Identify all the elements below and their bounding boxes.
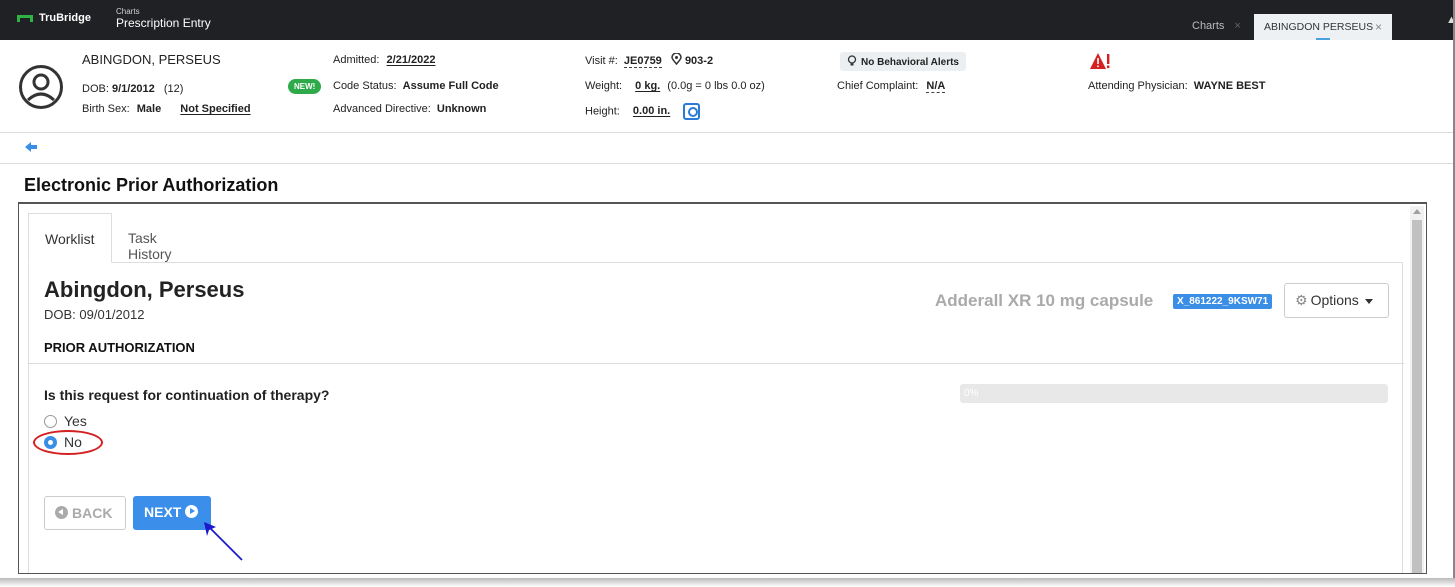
dob-row: DOB: 9/1/2012 (12) (82, 83, 183, 95)
dob-value: 9/1/2012 (111, 83, 155, 95)
section-header: PRIOR AUTHORIZATION (44, 340, 195, 355)
advanced-directive-label: Advanced Directive: (333, 103, 431, 115)
chief-complaint-row: Chief Complaint: N/A (837, 80, 946, 93)
birth-sex-value: Male (136, 103, 162, 115)
weight-row: Weight: 0 kg. (0.0g = 0 lbs 0.0 oz) (585, 80, 765, 92)
scrollbar-thumb[interactable] (1412, 220, 1422, 573)
weight-link[interactable]: 0 kg. (635, 80, 660, 92)
code-status-row: Code Status: Assume Full Code (333, 80, 499, 92)
weight-label: Weight: (585, 80, 623, 92)
logo-text: TruBridge (39, 12, 91, 24)
tab-task-history[interactable]: Task History (112, 213, 188, 263)
divider (29, 363, 1404, 364)
radio-yes-label: Yes (64, 413, 87, 429)
drug-code-badge: X_861222_9KSW71 (1173, 294, 1273, 309)
dob-label: DOB: (82, 83, 109, 95)
tab-patient-label: ABINGDON PERSEUS (1264, 21, 1374, 33)
behavioral-alerts-badge[interactable]: No Behavioral Alerts (840, 52, 966, 71)
next-button-label: NEXT (144, 504, 182, 520)
gear-icon: ⚙ (1295, 292, 1308, 308)
tab-charts-label: Charts (1192, 20, 1225, 32)
patient-name: ABINGDON, PERSEUS (82, 52, 221, 67)
scrollbar[interactable] (1410, 206, 1424, 573)
back-arrow-icon[interactable] (24, 140, 38, 154)
advanced-directive-value: Unknown (436, 103, 487, 115)
close-icon[interactable]: × (1375, 20, 1382, 34)
code-status-label: Code Status: (333, 80, 397, 92)
admitted-label: Admitted: (333, 54, 380, 66)
page-title: Electronic Prior Authorization (24, 175, 279, 195)
visit-row: Visit #: JE0759 903-2 (585, 52, 714, 68)
height-label: Height: (585, 105, 620, 118)
height-link[interactable]: 0.00 in. (633, 105, 670, 117)
tab-patient[interactable]: ABINGDON PERSEUS × (1254, 14, 1392, 40)
options-dropdown[interactable]: ⚙ Options (1284, 283, 1389, 318)
weight-detail: (0.0g = 0 lbs 0.0 oz) (667, 80, 765, 92)
patient-dob: DOB: 09/01/2012 (44, 307, 145, 322)
progress-label: 0% (964, 388, 979, 399)
radio-yes[interactable] (44, 414, 57, 428)
highlight-ring (33, 430, 103, 455)
chief-complaint-link[interactable]: N/A (926, 80, 946, 93)
tab-worklist[interactable]: Worklist (28, 213, 112, 263)
back-button-label: BACK (72, 505, 113, 521)
gender-identity-link[interactable]: Not Specified (180, 103, 250, 115)
visit-label: Visit #: (585, 55, 618, 67)
breadcrumb-parent[interactable]: Charts (116, 7, 211, 16)
breadcrumb-current: Prescription Entry (116, 16, 211, 30)
lightbulb-icon (847, 55, 857, 66)
patient-title: Abingdon, Perseus (44, 277, 245, 302)
drug-name: Adderall XR 10 mg capsule (935, 291, 1154, 310)
new-badge: NEW! (288, 79, 322, 94)
patient-avatar-icon (19, 65, 63, 109)
patient-header: ABINGDON, PERSEUS DOB: 9/1/2012 (12) Bir… (0, 40, 1453, 133)
back-button[interactable]: BACK (44, 496, 126, 530)
location-pin-icon (671, 52, 682, 66)
allergy-alert-icon[interactable] (1089, 52, 1111, 70)
close-icon[interactable]: × (1234, 20, 1240, 32)
chief-complaint-label: Chief Complaint: (837, 80, 919, 92)
measure-icon[interactable] (683, 103, 701, 120)
radio-option-yes[interactable]: Yes (44, 413, 87, 429)
progress-bar: 0% (960, 384, 1388, 403)
patient-last-name: ABINGDON, (82, 52, 155, 67)
birth-sex-row: Birth Sex: Male Not Specified (82, 103, 251, 115)
room-value: 903-2 (684, 55, 714, 67)
attending-physician-value: WAYNE BEST (1193, 80, 1266, 92)
code-status-value: Assume Full Code (402, 80, 499, 92)
attending-physician-row: Attending Physician: WAYNE BEST (1088, 80, 1265, 92)
patient-first-name: PERSEUS (154, 52, 221, 67)
question-text: Is this request for continuation of ther… (44, 387, 330, 403)
behavioral-alerts-label: No Behavioral Alerts (861, 57, 959, 68)
admitted-row: Admitted: 2/21/2022 (333, 54, 435, 66)
pointer-arrow-icon (204, 522, 243, 561)
birth-sex-label: Birth Sex: (82, 103, 130, 115)
breadcrumb: Charts Prescription Entry (116, 7, 211, 31)
trubridge-logo[interactable]: TruBridge (17, 12, 91, 24)
caret-down-icon (1364, 298, 1373, 304)
admitted-link[interactable]: 2/21/2022 (387, 54, 436, 66)
height-row: Height: 0.00 in. (585, 103, 701, 120)
attending-physician-label: Attending Physician: (1088, 80, 1188, 92)
scroll-up-icon[interactable] (1413, 209, 1421, 214)
circle-arrow-left-icon (55, 506, 68, 519)
tab-charts[interactable]: Charts × (1180, 14, 1253, 40)
age-value: (12) (163, 83, 184, 95)
visit-number-link[interactable]: JE0759 (623, 55, 662, 68)
prior-auth-panel: Worklist Task History Abingdon, Perseus … (18, 202, 1427, 574)
top-bar: TruBridge Charts Prescription Entry Char… (0, 0, 1455, 40)
trubridge-logo-icon (17, 13, 33, 23)
options-label: Options (1310, 292, 1359, 308)
advanced-directive-row: Advanced Directive: Unknown (333, 103, 486, 115)
toolbar (0, 133, 1453, 164)
circle-arrow-right-icon (185, 505, 199, 518)
window-shadow (0, 578, 1455, 587)
